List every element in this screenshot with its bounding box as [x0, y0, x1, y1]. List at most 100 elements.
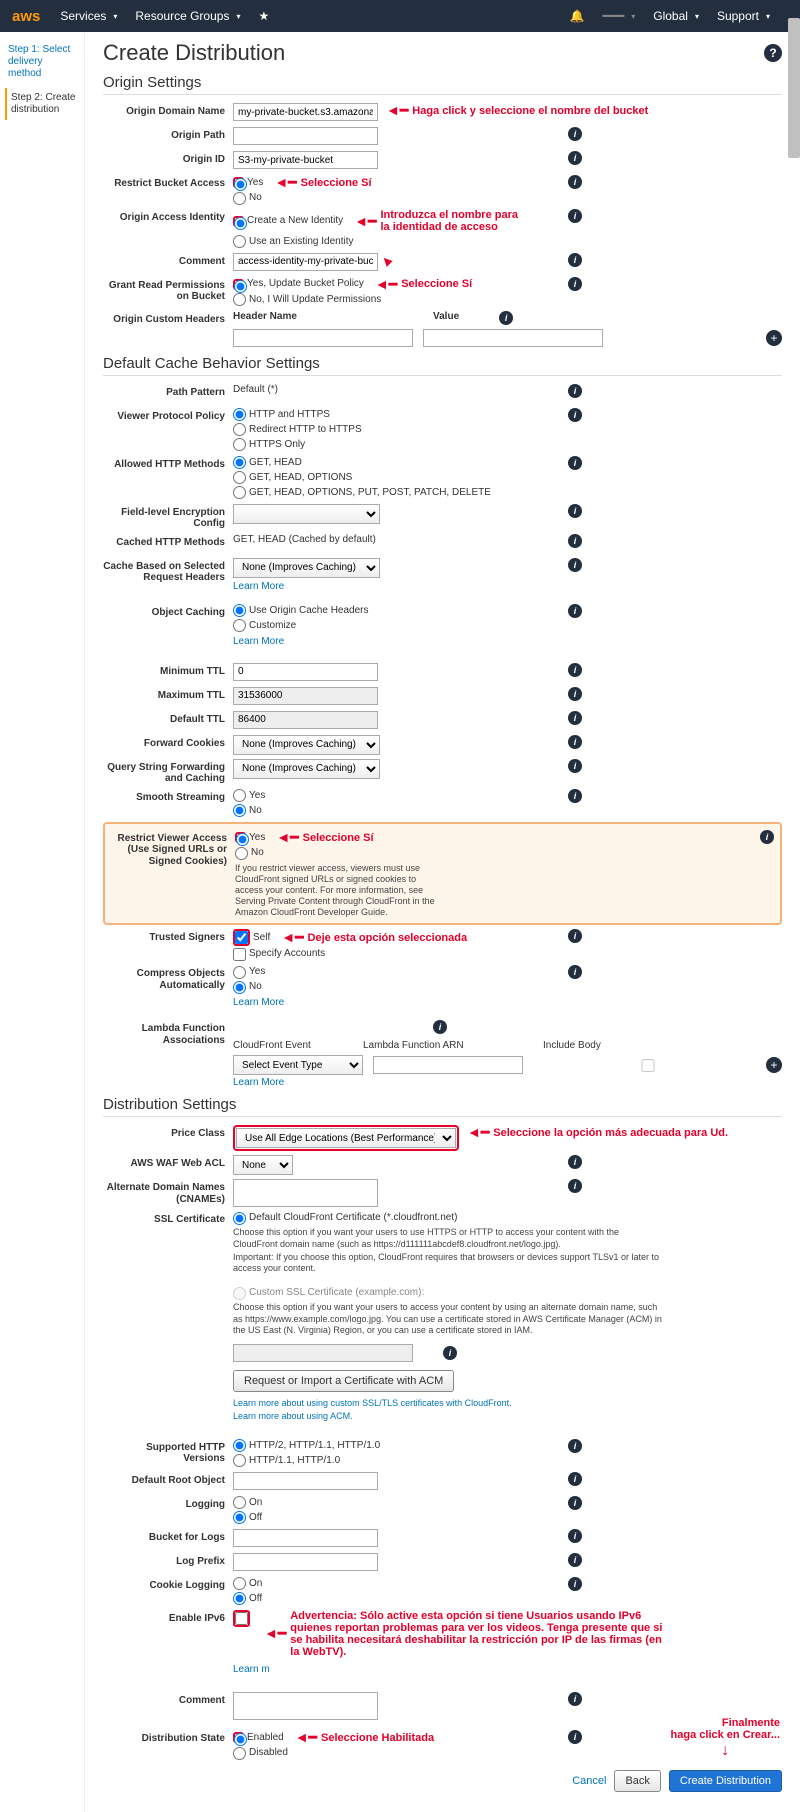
info-icon[interactable]: i: [760, 830, 774, 844]
cookie-log-off-radio[interactable]: [233, 1592, 246, 1605]
oai-use-radio[interactable]: [233, 235, 246, 248]
info-icon[interactable]: i: [568, 253, 582, 267]
min-ttl-input[interactable]: [233, 663, 378, 681]
lambda-arn-input[interactable]: [373, 1056, 523, 1074]
info-icon[interactable]: i: [568, 965, 582, 979]
qs-select[interactable]: None (Improves Caching): [233, 759, 380, 779]
restrict-no-radio[interactable]: [233, 192, 246, 205]
info-icon[interactable]: i: [568, 384, 582, 398]
pin-icon[interactable]: ★: [258, 9, 269, 23]
info-icon[interactable]: i: [568, 663, 582, 677]
info-icon[interactable]: i: [568, 558, 582, 572]
signers-specify-check[interactable]: [233, 948, 246, 961]
rva-no-radio[interactable]: [235, 847, 248, 860]
info-icon[interactable]: i: [568, 1577, 582, 1591]
learn-more-link[interactable]: Learn More: [233, 636, 369, 647]
info-icon[interactable]: i: [568, 175, 582, 189]
info-icon[interactable]: i: [568, 687, 582, 701]
info-icon[interactable]: i: [568, 1179, 582, 1193]
info-icon[interactable]: i: [568, 534, 582, 548]
http-ver-1-radio[interactable]: [233, 1439, 246, 1452]
obj-2-radio[interactable]: [233, 619, 246, 632]
vpp-3-radio[interactable]: [233, 438, 246, 451]
info-icon[interactable]: i: [568, 1529, 582, 1543]
smooth-yes-radio[interactable]: [233, 789, 246, 802]
scrollbar-thumb[interactable]: [788, 18, 800, 158]
logging-off-radio[interactable]: [233, 1511, 246, 1524]
cancel-link[interactable]: Cancel: [572, 1775, 606, 1787]
state-disabled-radio[interactable]: [233, 1747, 246, 1760]
methods-1-radio[interactable]: [233, 456, 246, 469]
dist-comment-input[interactable]: [233, 1692, 378, 1720]
fle-select[interactable]: [233, 504, 380, 524]
ssl-default-radio[interactable]: [233, 1212, 246, 1225]
restrict-yes-radio[interactable]: [234, 178, 247, 191]
origin-domain-input[interactable]: [233, 103, 378, 121]
header-name-input[interactable]: [233, 329, 413, 347]
signers-self-check[interactable]: [235, 931, 248, 944]
price-select[interactable]: Use All Edge Locations (Best Performance…: [236, 1128, 456, 1148]
info-icon[interactable]: i: [568, 504, 582, 518]
grant-yes-radio[interactable]: [234, 280, 247, 293]
def-ttl-input[interactable]: [233, 711, 378, 729]
info-icon[interactable]: i: [568, 277, 582, 291]
account-menu[interactable]: ━━━: [603, 9, 636, 23]
info-icon[interactable]: i: [433, 1020, 447, 1034]
support-menu[interactable]: Support: [717, 9, 770, 23]
info-icon[interactable]: i: [568, 735, 582, 749]
info-icon[interactable]: i: [568, 1692, 582, 1706]
vpp-2-radio[interactable]: [233, 423, 246, 436]
waf-select[interactable]: None: [233, 1155, 293, 1175]
services-menu[interactable]: Services: [60, 9, 117, 23]
acm-learn-link2[interactable]: Learn more about using ACM.: [233, 1411, 353, 1421]
notifications-icon[interactable]: 🔔: [570, 9, 585, 23]
bucket-logs-input[interactable]: [233, 1529, 378, 1547]
max-ttl-input[interactable]: [233, 687, 378, 705]
info-icon[interactable]: i: [568, 456, 582, 470]
info-icon[interactable]: i: [568, 1439, 582, 1453]
grant-no-radio[interactable]: [233, 293, 246, 306]
add-lambda-button[interactable]: +: [766, 1057, 782, 1073]
step-1[interactable]: Step 1: Select delivery method: [5, 40, 79, 84]
methods-2-radio[interactable]: [233, 471, 246, 484]
ssl-custom-radio[interactable]: [233, 1287, 246, 1300]
info-icon[interactable]: i: [568, 408, 582, 422]
compress-no-radio[interactable]: [233, 981, 246, 994]
learn-more-link[interactable]: Learn More: [233, 1077, 782, 1088]
info-icon[interactable]: i: [568, 151, 582, 165]
info-icon[interactable]: i: [568, 604, 582, 618]
learn-more-link[interactable]: Learn m: [233, 1664, 270, 1675]
logging-on-radio[interactable]: [233, 1496, 246, 1509]
lambda-body-check[interactable]: [573, 1059, 723, 1072]
info-icon[interactable]: i: [568, 1155, 582, 1169]
vpp-1-radio[interactable]: [233, 408, 246, 421]
info-icon[interactable]: i: [568, 789, 582, 803]
ipv6-check[interactable]: [235, 1612, 248, 1625]
info-icon[interactable]: i: [568, 1472, 582, 1486]
info-icon[interactable]: i: [568, 1553, 582, 1567]
help-icon[interactable]: ?: [764, 44, 782, 62]
cbsr-select[interactable]: None (Improves Caching): [233, 558, 380, 578]
aws-logo[interactable]: aws: [12, 8, 40, 25]
origin-path-input[interactable]: [233, 127, 378, 145]
rva-yes-radio[interactable]: [236, 833, 249, 846]
comment-input[interactable]: [233, 253, 378, 271]
compress-yes-radio[interactable]: [233, 966, 246, 979]
cookie-log-on-radio[interactable]: [233, 1577, 246, 1590]
info-icon[interactable]: i: [499, 311, 513, 325]
acm-learn-link[interactable]: Learn more about using custom SSL/TLS ce…: [233, 1398, 512, 1408]
create-distribution-button[interactable]: Create Distribution: [669, 1770, 782, 1792]
info-icon[interactable]: i: [568, 929, 582, 943]
info-icon[interactable]: i: [568, 127, 582, 141]
lambda-event-select[interactable]: Select Event Type: [233, 1055, 363, 1075]
info-icon[interactable]: i: [568, 759, 582, 773]
origin-id-input[interactable]: [233, 151, 378, 169]
cnames-input[interactable]: [233, 1179, 378, 1207]
info-icon[interactable]: i: [568, 1730, 582, 1744]
methods-3-radio[interactable]: [233, 486, 246, 499]
cookies-select[interactable]: None (Improves Caching): [233, 735, 380, 755]
http-ver-2-radio[interactable]: [233, 1454, 246, 1467]
prefix-input[interactable]: [233, 1553, 378, 1571]
resource-groups-menu[interactable]: Resource Groups: [135, 9, 240, 23]
state-enabled-radio[interactable]: [234, 1733, 247, 1746]
